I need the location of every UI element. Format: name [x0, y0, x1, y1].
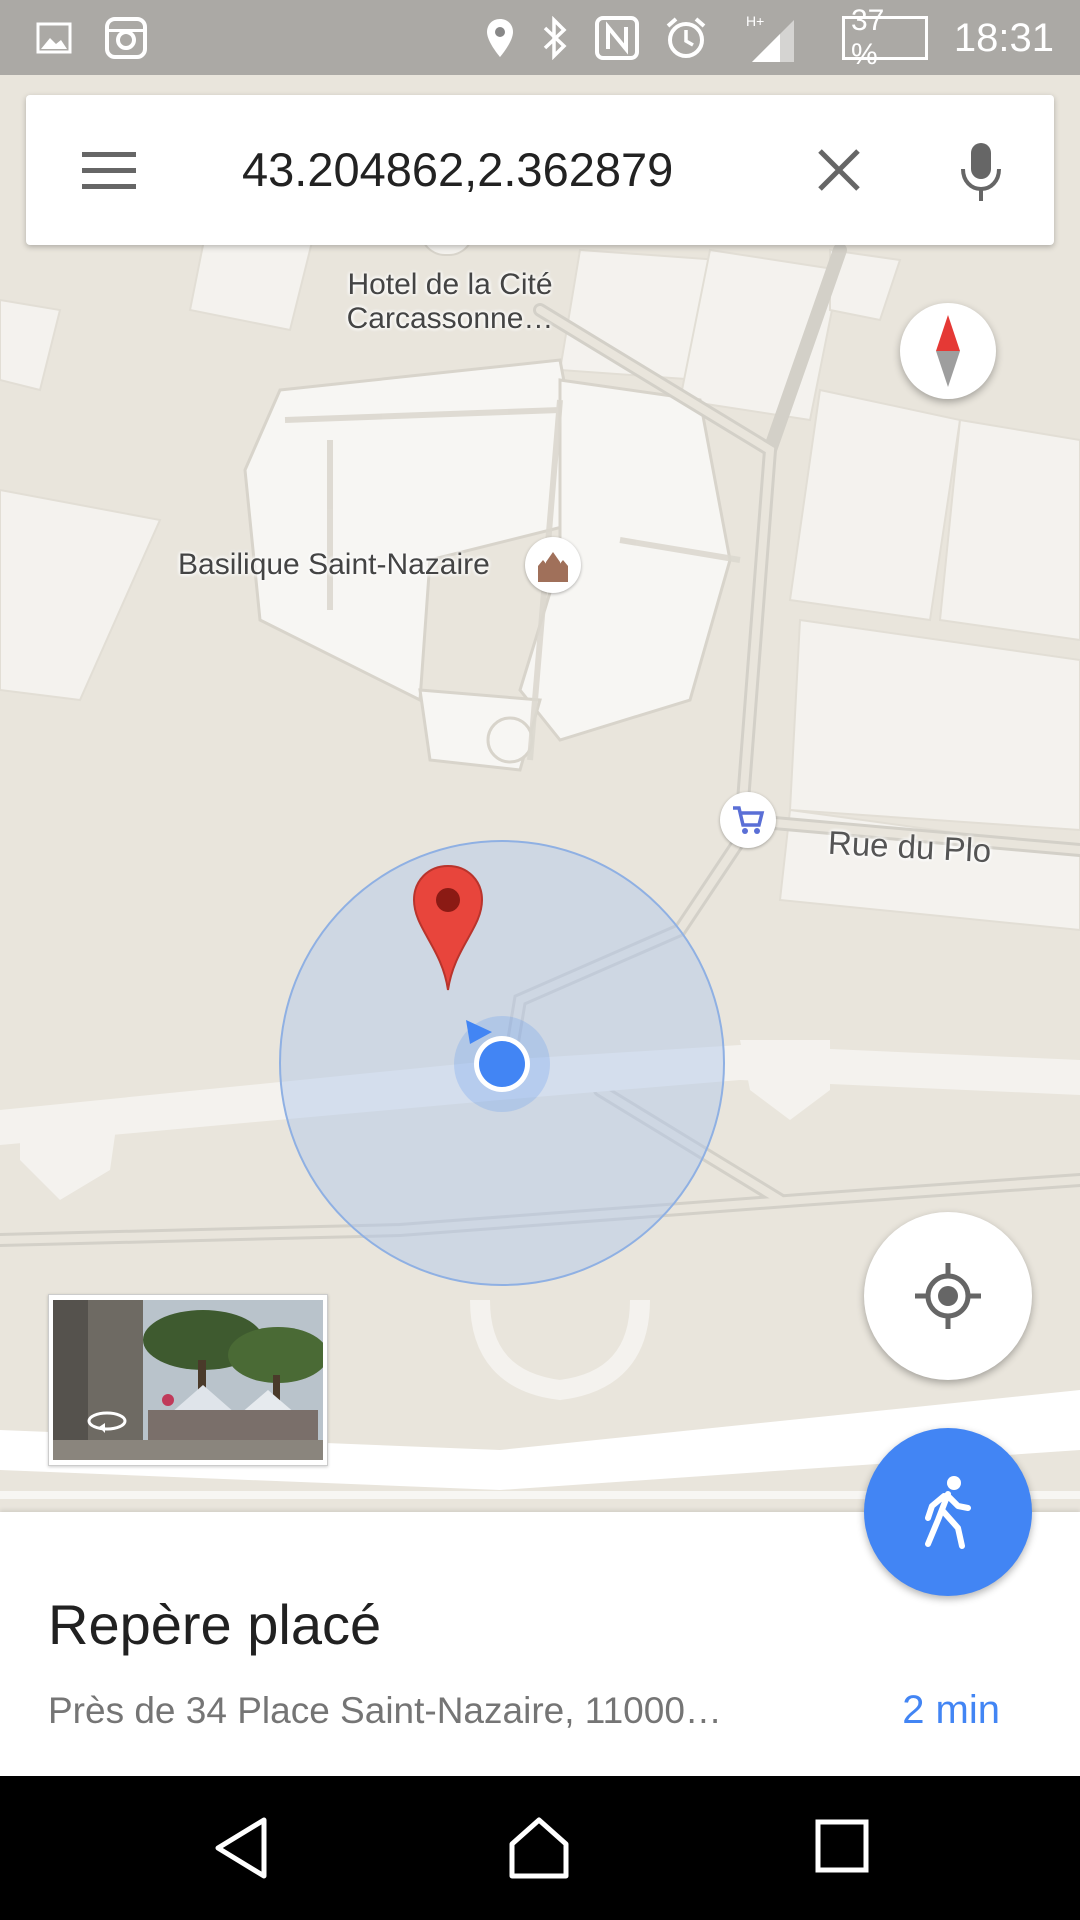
my-location-button[interactable]	[864, 1212, 1032, 1380]
street-view-360-icon	[85, 1409, 129, 1435]
search-input[interactable]: 43.204862,2.362879	[242, 95, 673, 245]
my-location-marker	[452, 1012, 552, 1112]
instagram-icon	[102, 0, 150, 75]
clock: 18:31	[953, 16, 1054, 60]
gallery-icon	[34, 0, 74, 75]
compass-button[interactable]	[900, 303, 996, 399]
walking-icon	[925, 1476, 971, 1549]
home-icon[interactable]	[506, 1814, 572, 1880]
battery-icon: 37 %	[842, 0, 928, 75]
status-bar: H+ 37 % 18:31	[0, 0, 1080, 75]
dropped-pin[interactable]	[410, 862, 486, 992]
place-title: Repère placé	[48, 1593, 382, 1656]
shopping-cart-icon[interactable]	[720, 792, 776, 848]
map-label-hotel: Hotel de la Cité Carcassonne…	[300, 268, 600, 336]
recents-icon[interactable]	[814, 1818, 870, 1874]
clear-icon[interactable]	[816, 147, 862, 193]
microphone-icon[interactable]	[958, 141, 1004, 203]
alarm-icon	[662, 0, 710, 75]
nfc-icon	[592, 0, 642, 75]
church-icon[interactable]	[525, 537, 581, 593]
navigation-bar	[0, 1776, 1080, 1920]
map-label-hotel-line2: Carcassonne…	[346, 302, 554, 335]
location-icon	[480, 0, 520, 75]
bluetooth-icon	[535, 0, 575, 75]
search-bar[interactable]: 43.204862,2.362879	[26, 95, 1054, 245]
svg-text:H+: H+	[746, 13, 764, 29]
travel-time[interactable]: 2 min	[902, 1688, 1000, 1733]
back-icon[interactable]	[212, 1816, 272, 1880]
map-label-basilique[interactable]: Basilique Saint-Nazaire	[178, 548, 490, 582]
directions-button[interactable]	[864, 1428, 1032, 1596]
place-address: Près de 34 Place Saint-Nazaire, 11000…	[48, 1690, 722, 1731]
signal-icon: H+	[742, 0, 802, 75]
menu-icon[interactable]	[80, 145, 138, 195]
street-view-thumbnail[interactable]	[48, 1294, 328, 1466]
battery-percent: 37 %	[851, 3, 885, 71]
map-label-hotel-line1: Hotel de la Cité	[347, 268, 553, 301]
